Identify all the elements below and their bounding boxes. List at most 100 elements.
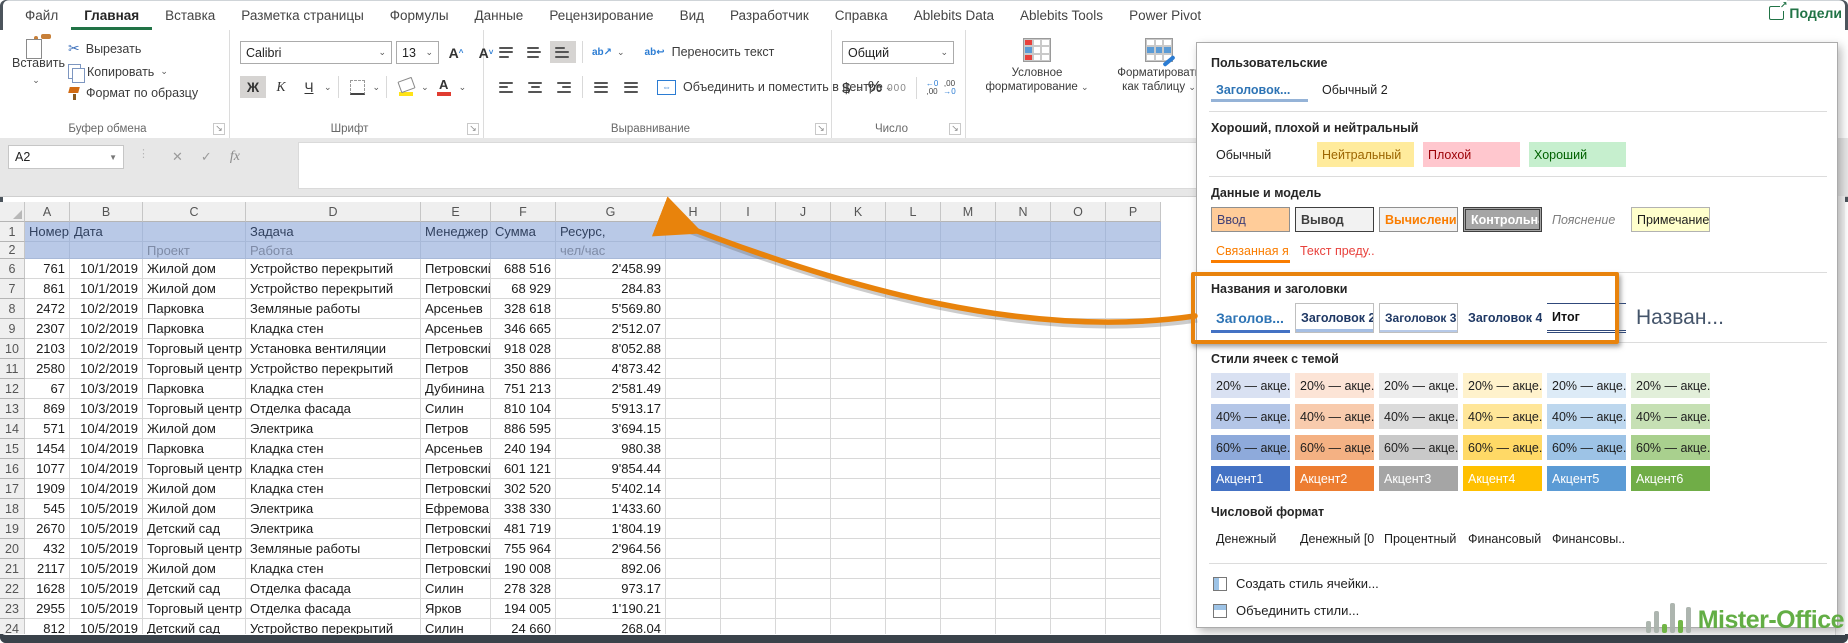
cell[interactable] [666,499,721,519]
cell[interactable] [996,559,1051,579]
cell[interactable]: чел/час [556,242,666,259]
tab-Формулы[interactable]: Формулы [377,1,462,30]
style-item[interactable]: Акцент6 [1631,466,1710,491]
cell[interactable]: 10/5/2019 [70,559,143,579]
cell[interactable]: Электрика [246,499,421,519]
align-bottom-button[interactable] [550,41,576,63]
cell[interactable] [721,439,776,459]
cell[interactable] [421,242,491,259]
cell[interactable] [941,222,996,242]
cell[interactable] [666,399,721,419]
cell[interactable] [831,439,886,459]
number-format-select[interactable]: Общий⌄ [842,41,954,64]
cancel-button[interactable]: ✕ [172,149,183,165]
cell[interactable]: 688 516 [491,259,556,279]
cell[interactable] [666,419,721,439]
cell[interactable] [886,379,941,399]
cell[interactable] [996,439,1051,459]
style-item[interactable]: 40% — акце... [1631,404,1710,429]
cell[interactable]: Жилой дом [143,279,246,299]
cell[interactable] [831,499,886,519]
style-item[interactable]: Финансовый [1463,526,1542,551]
cell[interactable]: Арсеньев [421,439,491,459]
cell[interactable] [776,242,831,259]
cell[interactable]: 194 005 [491,599,556,619]
cell[interactable]: Петров [421,359,491,379]
cell[interactable] [721,259,776,279]
cell[interactable]: 8'052.88 [556,339,666,359]
cell[interactable] [776,599,831,619]
cell[interactable]: 2'512.07 [556,319,666,339]
cell[interactable]: 10/4/2019 [70,439,143,459]
cell[interactable]: Земляные работы [246,299,421,319]
style-item[interactable]: 60% — акце... [1547,435,1626,460]
style-item[interactable]: 40% — акце... [1211,404,1290,429]
cell[interactable] [1051,399,1106,419]
cell[interactable] [1106,339,1161,359]
cell[interactable]: 68 929 [491,279,556,299]
style-item[interactable]: Акцент1 [1211,466,1290,491]
cell[interactable] [721,339,776,359]
cell[interactable] [886,479,941,499]
cell[interactable]: 2'581.49 [556,379,666,399]
style-item[interactable]: Акцент3 [1379,466,1458,491]
cell[interactable] [831,299,886,319]
cell[interactable] [776,222,831,242]
cell[interactable] [776,619,831,634]
cell[interactable]: 755 964 [491,539,556,559]
cell[interactable]: Детский сад [143,519,246,539]
tab-Разработчик[interactable]: Разработчик [717,1,822,30]
cell[interactable] [941,479,996,499]
row-header-1[interactable]: 1 [0,222,25,242]
cell[interactable] [886,339,941,359]
cell[interactable]: Кладка стен [246,479,421,499]
column-header-D[interactable]: D [246,202,421,222]
cell[interactable] [831,379,886,399]
style-item[interactable]: Акцент4 [1463,466,1542,491]
cell[interactable] [1106,579,1161,599]
cell[interactable] [886,499,941,519]
cell[interactable] [776,439,831,459]
cell[interactable] [886,599,941,619]
column-header-E[interactable]: E [421,202,491,222]
cut-button[interactable]: ✂ Вырезать [68,40,198,57]
column-header-F[interactable]: F [491,202,556,222]
cell[interactable] [1106,299,1161,319]
cell[interactable]: Устройство перекрытий [246,279,421,299]
cell[interactable] [831,222,886,242]
dialog-launcher-icon[interactable]: ↘ [815,123,827,135]
cell[interactable] [776,459,831,479]
cell[interactable] [831,619,886,634]
cell[interactable]: Петров [421,419,491,439]
cell[interactable]: 346 665 [491,319,556,339]
new-cell-style-command[interactable]: Создать стиль ячейки... [1213,576,1827,591]
style-item[interactable]: Акцент5 [1547,466,1626,491]
cell[interactable]: Менеджер [421,222,491,242]
cell[interactable]: Установка вентиляции [246,339,421,359]
cell[interactable] [25,242,70,259]
cell[interactable]: Ярков [421,599,491,619]
cell[interactable]: 2307 [25,319,70,339]
format-painter-button[interactable]: Формат по образцу [68,86,198,100]
row-header-6[interactable]: 6 [0,259,25,279]
cell[interactable]: Жилой дом [143,259,246,279]
cell[interactable] [1051,599,1106,619]
column-header-C[interactable]: C [143,202,246,222]
cell[interactable]: 571 [25,419,70,439]
cell[interactable]: Петровский [421,539,491,559]
style-item[interactable]: 60% — акце... [1463,435,1542,460]
cell[interactable] [831,319,886,339]
style-item[interactable]: Обычный [1211,142,1308,167]
cell[interactable] [666,259,721,279]
cell[interactable] [721,222,776,242]
cell[interactable] [721,242,776,259]
cell[interactable] [721,399,776,419]
cell[interactable]: 481 719 [491,519,556,539]
column-header-K[interactable]: K [831,202,886,222]
cell[interactable]: 278 328 [491,579,556,599]
cell[interactable] [666,619,721,634]
style-item[interactable]: 40% — акце... [1463,404,1542,429]
style-item[interactable]: 40% — акце... [1547,404,1626,429]
cell[interactable] [1051,619,1106,634]
percent-button[interactable]: % [868,79,882,97]
